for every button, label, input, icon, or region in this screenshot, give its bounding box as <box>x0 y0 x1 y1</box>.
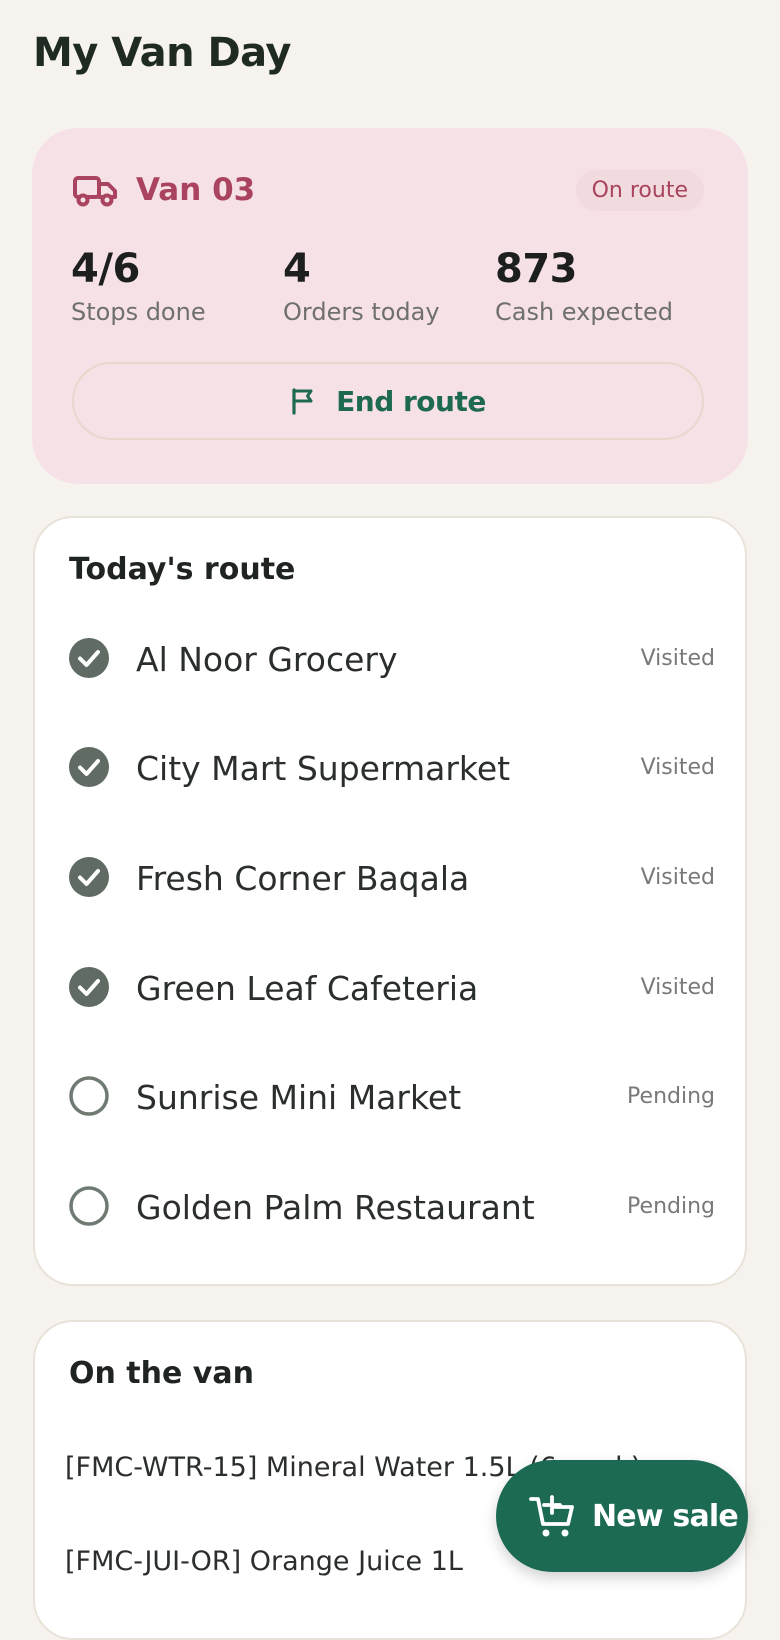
stop-name: City Mart Supermarket <box>136 749 511 788</box>
van-summary-card: Van 03 On route 4/6 Stops done 4 Orders … <box>32 128 748 484</box>
empty-circle-icon <box>69 1076 109 1116</box>
stat-stops-done: 4/6 Stops done <box>71 246 206 326</box>
route-status-badge: On route <box>575 170 704 211</box>
stop-name: Sunrise Mini Market <box>136 1078 462 1117</box>
stop-status: Visited <box>640 975 715 1000</box>
stat-value: 4/6 <box>71 246 140 292</box>
stat-label: Stops done <box>71 298 206 326</box>
empty-circle-icon <box>69 1186 109 1226</box>
stock-card-title: On the van <box>69 1356 254 1391</box>
end-route-button[interactable]: End route <box>72 362 704 440</box>
new-sale-label: New sale <box>592 1498 739 1534</box>
stop-status: Visited <box>640 755 715 780</box>
stop-name: Fresh Corner Baqala <box>136 859 470 898</box>
stop-status: Pending <box>627 1194 715 1219</box>
page-title: My Van Day <box>33 30 292 76</box>
flag-icon <box>292 388 313 415</box>
route-stop-row[interactable]: Golden Palm Restaurant Pending <box>35 1152 745 1264</box>
route-stop-row[interactable]: City Mart Supermarket Visited <box>35 713 745 825</box>
check-circle-icon <box>69 638 109 678</box>
route-stop-row[interactable]: Fresh Corner Baqala Visited <box>35 823 745 935</box>
van-name: Van 03 <box>136 172 256 208</box>
check-circle-icon <box>69 747 109 787</box>
check-circle-icon <box>69 967 109 1007</box>
stat-value: 4 <box>283 246 311 292</box>
stat-label: Cash expected <box>495 298 673 326</box>
stat-value: 873 <box>495 246 577 292</box>
stop-status: Visited <box>640 865 715 890</box>
van-header: Van 03 <box>72 172 255 208</box>
stock-item: [FMC-JUI-OR] Orange Juice 1L <box>65 1546 463 1577</box>
route-card-title: Today's route <box>69 552 296 587</box>
end-route-label: End route <box>336 384 486 418</box>
stop-name: Al Noor Grocery <box>136 640 398 679</box>
stop-name: Green Leaf Cafeteria <box>136 969 479 1008</box>
cart-plus-icon <box>529 1495 574 1537</box>
stat-orders-today: 4 Orders today <box>283 246 440 326</box>
stop-name: Golden Palm Restaurant <box>136 1188 535 1227</box>
route-stop-row[interactable]: Green Leaf Cafeteria Visited <box>35 933 745 1045</box>
stop-status: Visited <box>640 646 715 671</box>
truck-icon <box>73 176 117 207</box>
route-stop-row[interactable]: Sunrise Mini Market Pending <box>35 1042 745 1154</box>
stat-cash-expected: 873 Cash expected <box>495 246 673 326</box>
stat-label: Orders today <box>283 298 440 326</box>
stop-status: Pending <box>627 1084 715 1109</box>
new-sale-button[interactable]: New sale <box>496 1460 748 1572</box>
check-circle-icon <box>69 857 109 897</box>
todays-route-card: Today's route Al Noor Grocery Visited Ci… <box>33 516 747 1286</box>
route-stop-row[interactable]: Al Noor Grocery Visited <box>35 604 745 716</box>
